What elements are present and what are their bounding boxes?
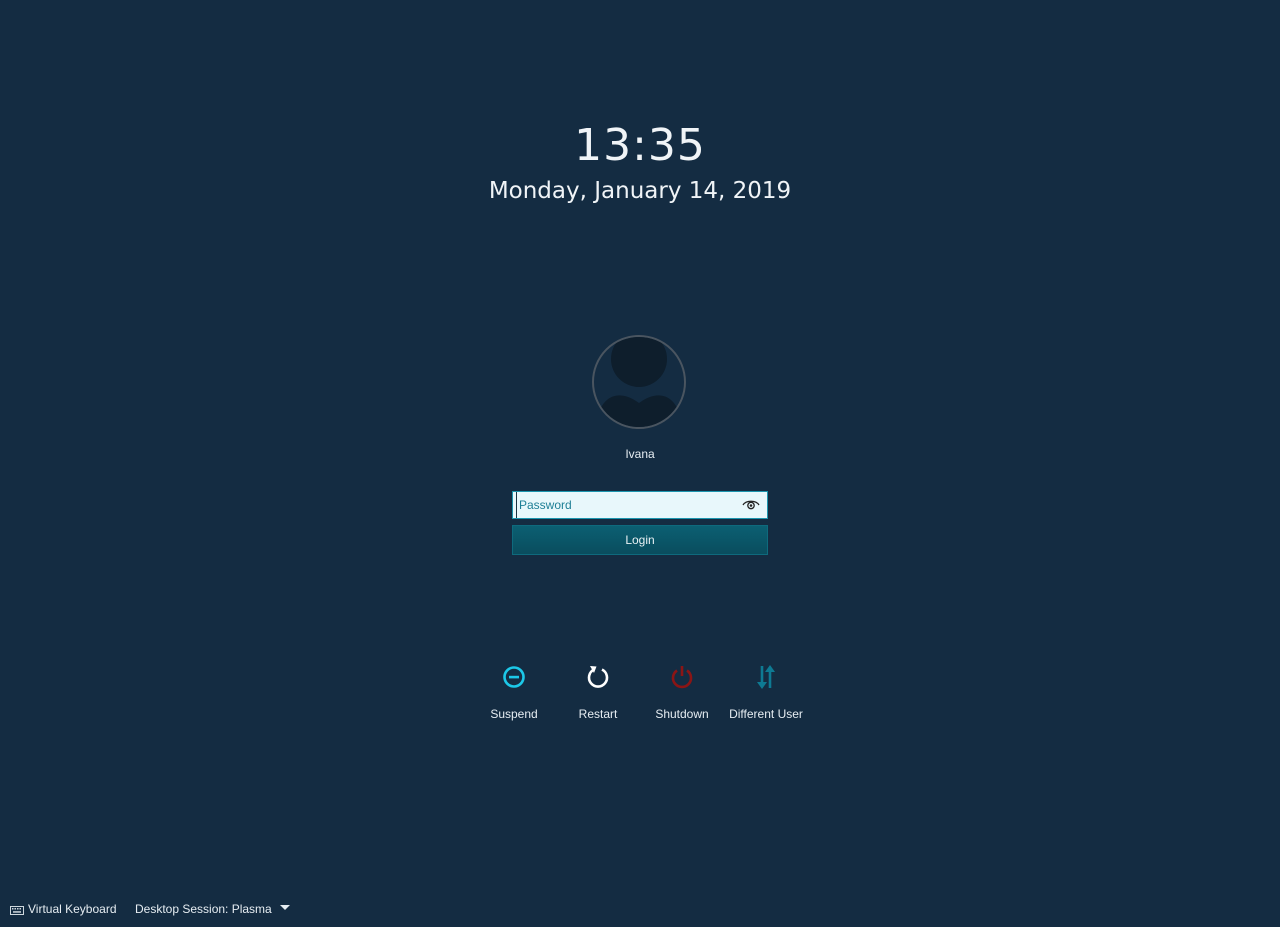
restart-icon [587,666,609,688]
suspend-icon [503,666,525,688]
user-avatar[interactable] [592,335,686,429]
clock-time: 13:35 [574,120,706,171]
session-selector[interactable]: Desktop Session: Plasma [135,900,290,918]
password-input[interactable] [516,492,731,518]
chevron-down-icon [279,905,290,911]
shutdown-label: Shutdown [655,707,709,721]
shutdown-button[interactable]: Shutdown [640,662,724,728]
suspend-label: Suspend [490,707,538,721]
keyboard-icon [10,905,24,915]
restart-button[interactable]: Restart [556,662,640,728]
virtual-keyboard-label: Virtual Keyboard [28,902,117,916]
switch-user-icon [757,665,775,689]
eye-icon [742,500,760,510]
session-label: Desktop Session: Plasma [135,902,272,916]
different-user-label: Different User [729,707,803,721]
login-screen: 13:35 Monday, January 14, 2019 Ivana Log… [0,0,1280,927]
user-name: Ivana [625,447,655,461]
different-user-button[interactable]: Different User [724,662,808,728]
clock-date: Monday, January 14, 2019 [488,178,792,204]
virtual-keyboard-button[interactable]: Virtual Keyboard [10,900,117,918]
password-field-container [512,491,768,519]
restart-label: Restart [578,707,618,721]
show-password-button[interactable] [741,497,761,513]
login-button[interactable]: Login [512,525,768,555]
power-actions: Suspend Restart Shutdown Different User [472,662,808,732]
shutdown-icon [671,666,693,689]
suspend-button[interactable]: Suspend [472,662,556,728]
user-silhouette-icon [598,337,680,427]
